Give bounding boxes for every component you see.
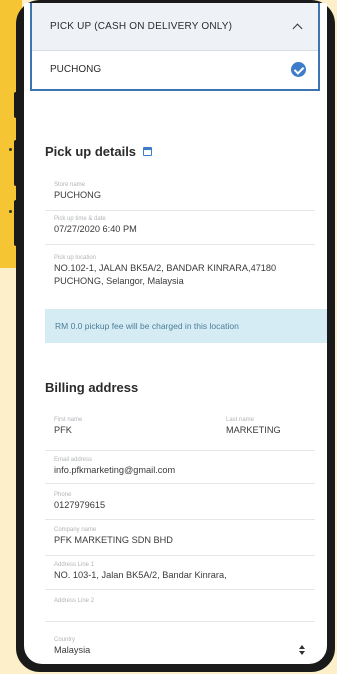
field-value[interactable]: 0127979615 [54, 499, 105, 512]
pickup-option-selected[interactable]: PUCHONG [32, 51, 318, 87]
pickup-dropdown-header[interactable]: PICK UP (CASH ON DELIVERY ONLY) [32, 3, 318, 51]
select-arrows-icon[interactable] [298, 645, 306, 657]
last-name-field[interactable]: Last name MARKETING [226, 416, 281, 437]
store-name-field: Store name PUCHONG [54, 181, 101, 202]
phone-field[interactable]: Phone 0127979615 [54, 491, 105, 512]
pickup-method-label: PICK UP (CASH ON DELIVERY ONLY) [50, 21, 233, 32]
company-name-field[interactable]: Company name PFK MARKETING SDN BHD [54, 526, 173, 547]
field-label: Pick up time & date [54, 216, 106, 222]
field-value: 07/27/2020 6:40 PM [54, 224, 137, 234]
pickup-fee-notice: RM 0.0 pickup fee will be charged in thi… [45, 309, 327, 343]
notice-text: RM 0.0 pickup fee will be charged in thi… [55, 321, 239, 331]
field-label: First name [54, 417, 83, 423]
divider [45, 450, 315, 451]
field-label: Store name [54, 182, 86, 188]
field-value: NO.102-1, JALAN BK5A/2, BANDAR KINRARA,4… [54, 263, 277, 273]
pickup-location-field: Pick up location NO.102-1, JALAN BK5A/2,… [54, 254, 276, 288]
pickup-details-title-text: Pick up details [45, 144, 137, 159]
field-label: Phone [54, 492, 72, 498]
divider [45, 483, 315, 484]
pickup-details-title: Pick up details [45, 144, 153, 159]
phone-frame: PICK UP (CASH ON DELIVERY ONLY) PUCHONG … [16, 0, 335, 672]
billing-title-text: Billing address [45, 380, 139, 395]
dot-marker [9, 148, 12, 151]
checkout-screen: PICK UP (CASH ON DELIVERY ONLY) PUCHONG … [24, 3, 327, 664]
field-value[interactable]: info.pfkmarketing@gmail.com [54, 464, 175, 477]
calendar-icon[interactable] [143, 147, 153, 156]
field-label: Country [54, 637, 76, 643]
field-label: Address Line 2 [54, 598, 95, 604]
country-select[interactable]: Country Malaysia [54, 636, 90, 657]
divider [45, 519, 315, 520]
email-field[interactable]: Email address info.pfkmarketing@gmail.co… [54, 456, 175, 477]
billing-address-title: Billing address [45, 380, 138, 395]
pickup-option-label: PUCHONG [50, 63, 102, 75]
field-value[interactable]: Malaysia [54, 644, 90, 657]
field-value: PUCHONG [54, 190, 101, 200]
field-label: Address Line 1 [54, 562, 95, 568]
divider [45, 589, 315, 590]
field-value[interactable]: NO. 103-1, Jalan BK5A/2, Bandar Kinrara, [54, 569, 227, 582]
field-value[interactable]: PFK [54, 424, 82, 437]
field-value: PUCHONG, Selangor, Malaysia [54, 276, 184, 286]
field-value[interactable]: PFK MARKETING SDN BHD [54, 534, 173, 547]
pickup-datetime-field: Pick up time & date 07/27/2020 6:40 PM [54, 215, 137, 236]
dot-marker [9, 210, 12, 213]
chevron-up-icon[interactable] [292, 21, 304, 33]
first-name-field[interactable]: First name PFK [54, 416, 82, 437]
field-label: Pick up location [54, 255, 97, 261]
divider [45, 244, 315, 245]
divider [45, 210, 315, 211]
check-circle-icon [291, 61, 306, 77]
field-value[interactable]: MARKETING [226, 424, 281, 437]
address-line-2-field[interactable]: Address Line 2 [54, 597, 94, 605]
address-line-1-field[interactable]: Address Line 1 NO. 103-1, Jalan BK5A/2, … [54, 561, 227, 582]
field-label: Email address [54, 457, 93, 463]
field-label: Last name [226, 417, 255, 423]
field-label: Company name [54, 527, 97, 533]
pickup-dropdown[interactable]: PICK UP (CASH ON DELIVERY ONLY) PUCHONG [30, 3, 320, 91]
divider [45, 621, 315, 622]
divider [45, 555, 315, 556]
